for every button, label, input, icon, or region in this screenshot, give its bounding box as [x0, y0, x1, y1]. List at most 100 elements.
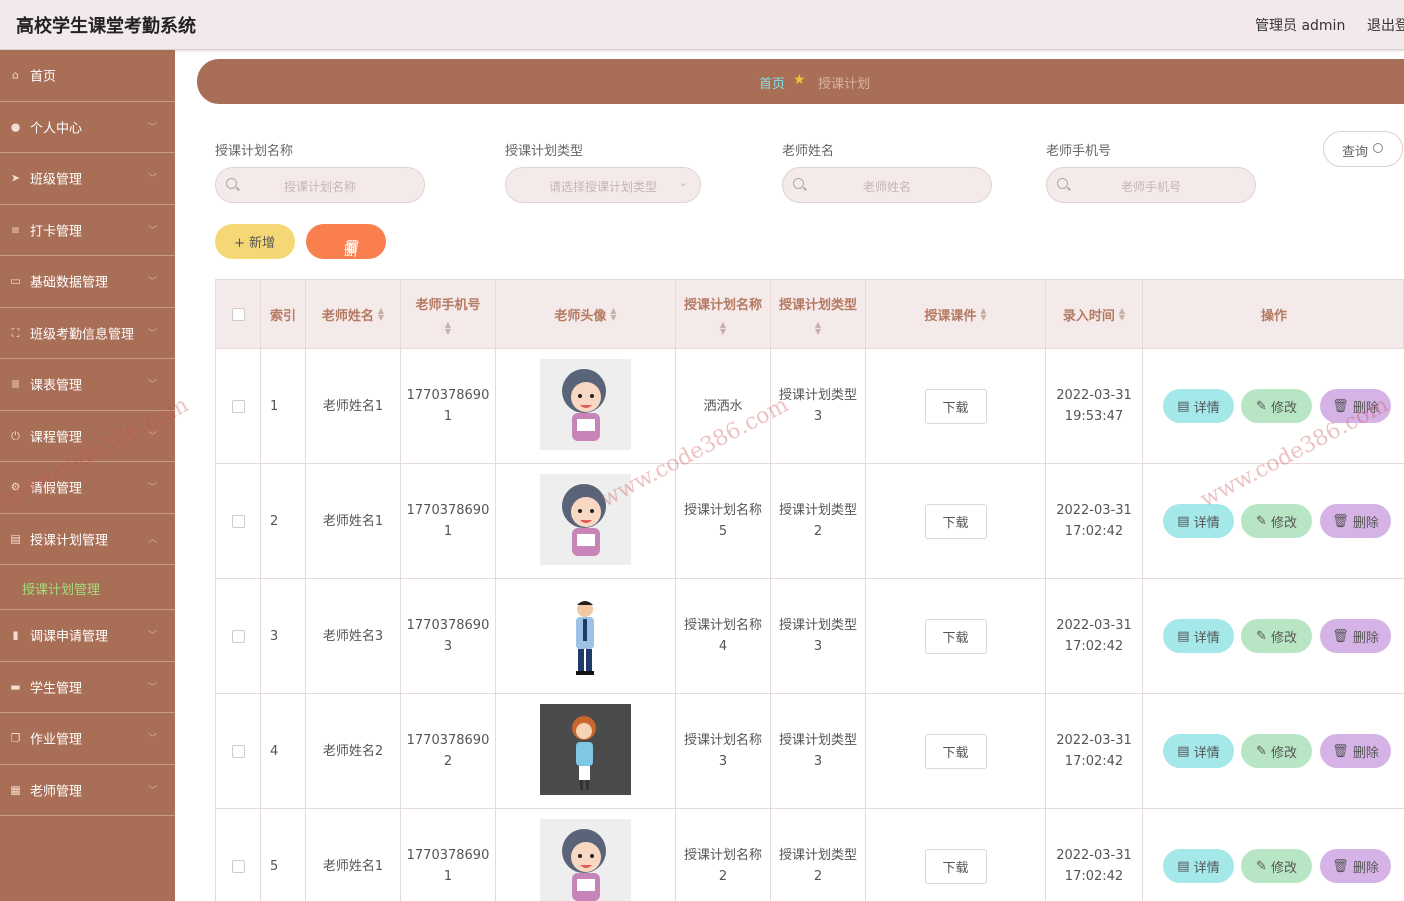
girl-teacher-icon[interactable]: [540, 818, 631, 901]
clock-value: 17:02:42: [1064, 639, 1124, 654]
header-plan-name[interactable]: 授课计划名称 ▲ ▼: [676, 280, 771, 348]
courseware-cell: 下载: [866, 579, 1046, 693]
header-courseware[interactable]: 授课课件 ▲ ▼: [866, 280, 1046, 348]
header-plan-type[interactable]: 授课计划类型 ▲ ▼: [771, 280, 866, 348]
pencil-icon: ✎: [1255, 628, 1271, 644]
batch-delete-button[interactable]: 🗑 删除: [306, 224, 386, 278]
girl-teacher-icon[interactable]: [540, 358, 631, 454]
sidebar-item[interactable]: ≣ 课表管理 ﹀: [0, 359, 175, 411]
row-checkbox[interactable]: [231, 514, 245, 528]
edit-label: 修改: [1271, 745, 1298, 761]
plan-name-label: 授课计划名称: [215, 144, 294, 159]
sidebar-item[interactable]: ▮ 调课申请管理 ﹀: [0, 610, 175, 662]
download-button[interactable]: 下载: [924, 388, 987, 424]
teacher-value: 老师姓名2: [322, 743, 384, 759]
table-row[interactable]: 4 老师姓名2 1770378690 2 授课计划名称 3 授课计划类型 3 下载 2022-03…: [215, 694, 1404, 809]
teacher-cell: 老师姓名2: [306, 694, 401, 808]
edit-button[interactable]: ✎ 修改: [1241, 504, 1312, 538]
sidebar-item[interactable]: ➤ 班级管理 ﹀: [0, 153, 175, 205]
top-bar: 高校学生课堂考勤系统 管理员 admin 退出登: [0, 0, 1404, 50]
breadcrumb-home[interactable]: 首页: [759, 73, 785, 92]
clock-value: 17:02:42: [1064, 524, 1124, 539]
sidebar-item[interactable]: ● 个人中心 ﹀: [0, 102, 175, 153]
query-button[interactable]: 查询: [1323, 131, 1403, 167]
header-time[interactable]: 录入时间 ▲ ▼: [1046, 280, 1143, 348]
sidebar-item[interactable]: ▦ 老师管理 ﹀: [0, 765, 175, 816]
select-all-checkbox[interactable]: [231, 307, 245, 321]
detail-button[interactable]: ▤ 详情: [1163, 849, 1234, 883]
delete-button[interactable]: 🗑 删除: [1320, 734, 1391, 768]
delete-button[interactable]: 🗑 删除: [1320, 504, 1391, 538]
edit-button[interactable]: ✎ 修改: [1241, 389, 1312, 423]
row-checkbox[interactable]: [231, 629, 245, 643]
index-cell: 3: [261, 579, 306, 693]
edit-button[interactable]: ✎ 修改: [1241, 734, 1312, 768]
star-icon: ★: [793, 72, 806, 88]
sidebar-item[interactable]: ⚙ 请假管理 ﹀: [0, 462, 175, 514]
phone-value: 1770378690: [406, 618, 490, 633]
detail-button[interactable]: ▤ 详情: [1163, 734, 1234, 768]
header-avatar[interactable]: 老师头像 ▲ ▼: [496, 280, 676, 348]
header-index: 索引: [261, 280, 306, 348]
teacher-name-placeholder: 老师姓名: [862, 180, 911, 194]
detail-button[interactable]: ▤ 详情: [1163, 389, 1234, 423]
detail-button[interactable]: ▤ 详情: [1163, 504, 1234, 538]
man-teacher-icon[interactable]: [540, 588, 631, 684]
sidebar-item[interactable]: ▬ 学生管理 ﹀: [0, 662, 175, 713]
add-button[interactable]: + 新增: [215, 224, 295, 259]
table-row[interactable]: 3 老师姓名3 1770378690 3 授课计划名称 4 授课计划类型 3 下载 2022-03…: [215, 579, 1404, 694]
index-cell: 1: [261, 349, 306, 463]
sidebar-item-label: 作业管理: [30, 732, 83, 748]
teacher-name-input[interactable]: 老师姓名: [782, 167, 992, 203]
teacher-phone-input[interactable]: 老师手机号: [1046, 167, 1256, 203]
doc-icon: ▤: [1177, 858, 1194, 874]
woman-teacher-icon[interactable]: [540, 703, 631, 799]
sidebar-item-label: 老师管理: [30, 784, 83, 800]
date-value: 2022-03-31: [1056, 848, 1132, 863]
plan-name-input[interactable]: 授课计划名称: [215, 167, 425, 203]
time-cell: 2022-03-31 19:53:47: [1046, 349, 1143, 463]
plan-type-select[interactable]: 请选择授课计划类型 ⌄: [505, 167, 701, 203]
chevron-down-icon: ﹀: [147, 225, 157, 236]
logout-button[interactable]: 退出登: [1367, 15, 1404, 35]
sidebar-item[interactable]: ▭ 基础数据管理 ﹀: [0, 256, 175, 308]
edit-button[interactable]: ✎ 修改: [1241, 849, 1312, 883]
plan-type-value-tail: 3: [813, 754, 823, 769]
phone-cell: 1770378690 1: [401, 809, 496, 901]
delete-button[interactable]: 🗑 删除: [1320, 849, 1391, 883]
table-row[interactable]: 1 老师姓名1 1770378690 1 洒洒水 授课计划类型 3 下载 2022-03-31 1…: [215, 349, 1404, 464]
download-button[interactable]: 下载: [924, 503, 987, 539]
download-button[interactable]: 下载: [924, 733, 987, 769]
sidebar-item[interactable]: ⛶ 班级考勤信息管理 ﹀: [0, 308, 175, 359]
row-checkbox[interactable]: [231, 859, 245, 873]
sidebar-item[interactable]: ▤ 授课计划管理 ︿: [0, 514, 175, 565]
header-teacher[interactable]: 老师姓名 ▲ ▼: [306, 280, 401, 348]
ops-cell: ▤ 详情 ✎ 修改 🗑 删除: [1143, 579, 1404, 693]
delete-button[interactable]: 🗑 删除: [1320, 619, 1391, 653]
sidebar-subitem-active[interactable]: 授课计划管理: [0, 565, 175, 610]
girl-teacher-icon[interactable]: [540, 473, 631, 569]
download-button[interactable]: 下载: [924, 618, 987, 654]
chevron-down-icon: ﹀: [147, 431, 157, 442]
header-avatar-label: 老师头像: [554, 308, 607, 324]
row-checkbox[interactable]: [231, 399, 245, 413]
row-checkbox[interactable]: [231, 744, 245, 758]
table-row[interactable]: 2 老师姓名1 1770378690 1 授课计划名称 5 授课计划类型 2 下载 2022-03…: [215, 464, 1404, 579]
sidebar-item[interactable]: ❐ 作业管理 ﹀: [0, 713, 175, 765]
user-icon: ●: [10, 120, 21, 134]
time-cell: 2022-03-31 17:02:42: [1046, 464, 1143, 578]
teacher-cell: 老师姓名1: [306, 464, 401, 578]
header-phone[interactable]: 老师手机号 ▲ ▼: [401, 280, 496, 348]
detail-button[interactable]: ▤ 详情: [1163, 619, 1234, 653]
avatar-cell: [496, 464, 676, 578]
table-row[interactable]: 5 老师姓名1 1770378690 1 授课计划名称 2 授课计划类型 2 下载 2022-03…: [215, 809, 1404, 901]
index-cell: 4: [261, 694, 306, 808]
download-button[interactable]: 下载: [924, 848, 987, 884]
edit-button[interactable]: ✎ 修改: [1241, 619, 1312, 653]
sidebar-item[interactable]: ⌂ 首页: [0, 50, 175, 102]
sort-icon: ▲ ▼: [1118, 306, 1126, 322]
plan-type-value-tail: 2: [813, 869, 823, 884]
delete-button[interactable]: 🗑 删除: [1320, 389, 1391, 423]
sidebar-item[interactable]: ⏻ 课程管理 ﹀: [0, 411, 175, 462]
sidebar-item[interactable]: ≡ 打卡管理 ﹀: [0, 205, 175, 256]
